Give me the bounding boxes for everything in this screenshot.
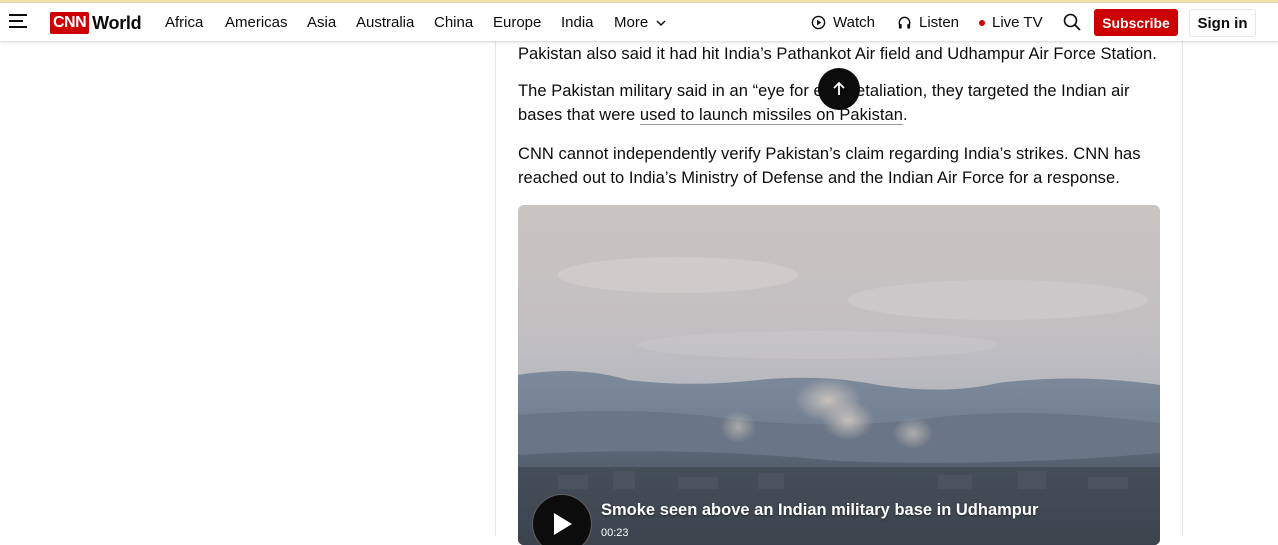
cnn-world-logo[interactable]: CNN World bbox=[50, 11, 142, 35]
paragraph-text: retaliation bbox=[850, 82, 923, 100]
paragraph-text: The Pakistan military said in an “eye fo… bbox=[518, 82, 851, 100]
watch-link[interactable]: Watch bbox=[811, 14, 875, 31]
hamburger-icon[interactable] bbox=[9, 13, 27, 29]
video-title: Smoke seen above an Indian military base… bbox=[601, 501, 1039, 519]
video-play-button[interactable] bbox=[532, 494, 592, 545]
content-divider-left bbox=[495, 41, 496, 536]
article-paragraph: Pakistan also said it had hit India’s Pa… bbox=[518, 45, 1157, 63]
sign-in-button[interactable]: Sign in bbox=[1189, 9, 1256, 37]
nav-item-more[interactable]: More bbox=[614, 14, 648, 31]
nav-item-europe[interactable]: Europe bbox=[493, 14, 541, 31]
arrow-up-icon bbox=[833, 81, 845, 95]
play-icon bbox=[554, 513, 572, 535]
video-thumbnail bbox=[518, 205, 1160, 545]
video-duration: 00:23 bbox=[601, 527, 629, 539]
paragraph-text: . bbox=[903, 105, 908, 124]
nav-item-china[interactable]: China bbox=[434, 14, 473, 31]
listen-label: Listen bbox=[919, 14, 960, 31]
subscribe-button[interactable]: Subscribe bbox=[1094, 9, 1178, 36]
nav-item-australia[interactable]: Australia bbox=[356, 14, 414, 31]
cnn-logo-badge: CNN bbox=[50, 12, 90, 34]
content-divider-right bbox=[1182, 41, 1183, 536]
section-name: World bbox=[92, 12, 142, 33]
inline-article-link[interactable]: used to launch missiles on Pakistan bbox=[640, 106, 903, 124]
headphones-icon bbox=[898, 16, 911, 29]
live-tv-link[interactable]: Live TV bbox=[979, 14, 1043, 31]
video-player[interactable]: Smoke seen above an Indian military base… bbox=[518, 205, 1160, 545]
live-tv-label: Live TV bbox=[992, 14, 1043, 31]
article-paragraph: CNN cannot independently verify Pakistan… bbox=[518, 145, 1141, 187]
scroll-to-top-button[interactable] bbox=[818, 68, 860, 110]
nav-item-asia[interactable]: Asia bbox=[307, 14, 336, 31]
nav-item-americas[interactable]: Americas bbox=[225, 14, 288, 31]
search-icon[interactable] bbox=[1063, 13, 1081, 31]
listen-link[interactable]: Listen bbox=[897, 14, 959, 31]
play-circle-icon bbox=[811, 15, 826, 30]
nav-item-india[interactable]: India bbox=[561, 14, 594, 31]
chevron-down-icon[interactable] bbox=[655, 17, 667, 29]
watch-label: Watch bbox=[833, 14, 875, 31]
nav-item-africa[interactable]: Africa bbox=[165, 14, 203, 31]
header-nav: CNN World Africa Americas Asia Australia… bbox=[0, 3, 1278, 41]
live-dot-icon bbox=[979, 19, 985, 26]
